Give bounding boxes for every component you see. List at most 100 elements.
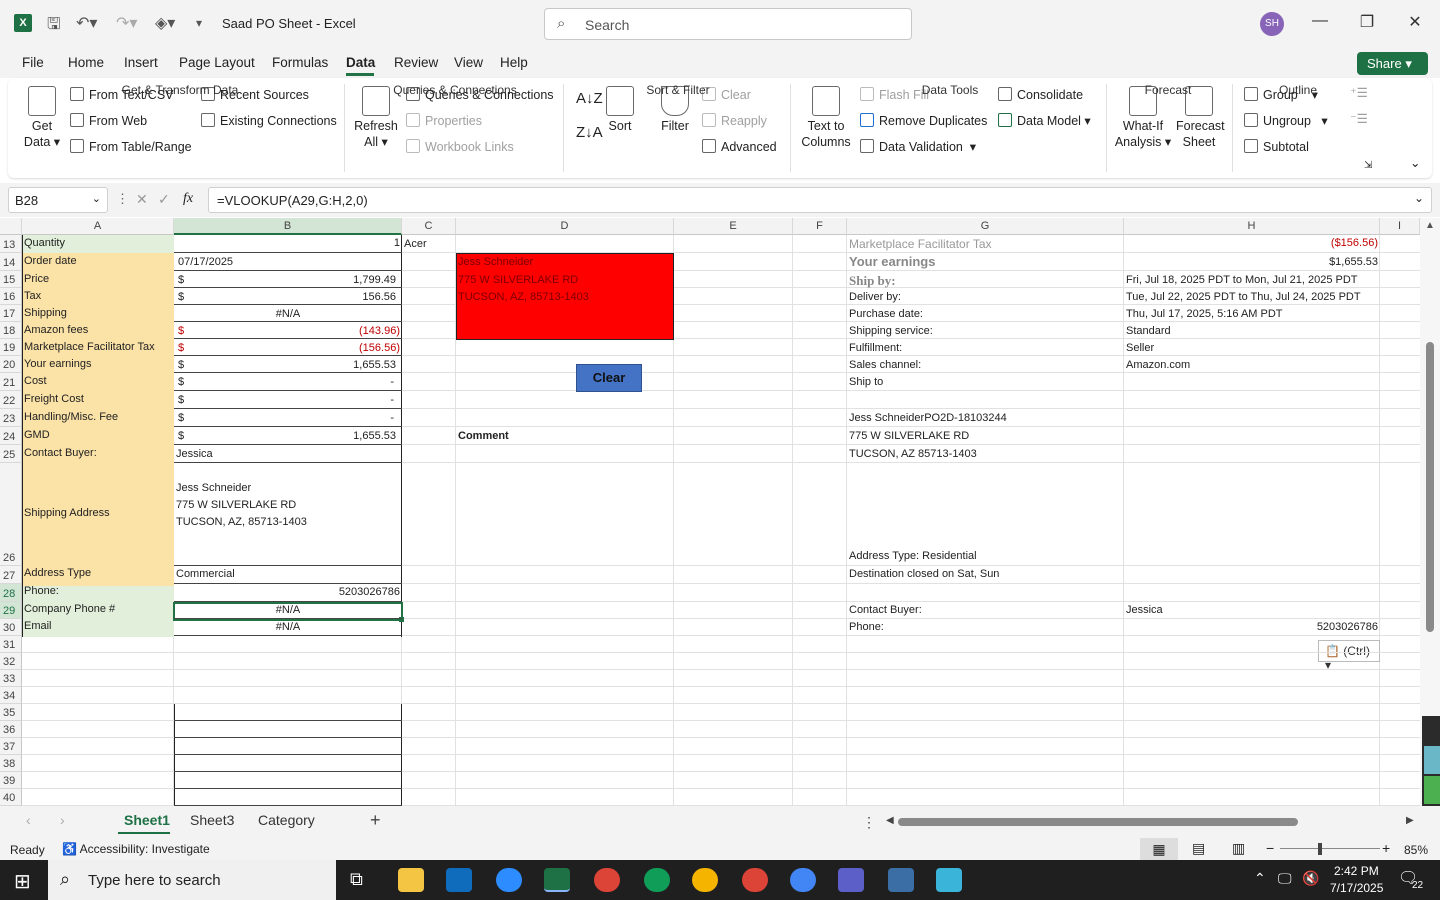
label-price[interactable]: Price <box>22 273 174 285</box>
network-icon[interactable]: 🖵 <box>1278 870 1292 887</box>
cell-b14[interactable]: 07/17/2025 <box>176 256 402 268</box>
data-model-button[interactable]: Data Model ▾ <box>998 113 1091 128</box>
scroll-thumb[interactable] <box>1426 342 1434 632</box>
column-header-c[interactable]: C <box>402 218 456 235</box>
cell-d24[interactable]: Comment <box>456 430 674 442</box>
cell-g19[interactable]: Fulfillment: <box>847 342 1124 354</box>
row-header[interactable]: 14 <box>0 253 22 271</box>
label-handling-fee[interactable]: Handling/Misc. Fee <box>22 411 174 423</box>
chrome-icon[interactable] <box>644 868 670 892</box>
label-cost[interactable]: Cost <box>22 375 174 387</box>
redo-icon[interactable]: ↷▾ <box>116 13 137 33</box>
row-header[interactable]: 31 <box>0 636 22 653</box>
cell-b18[interactable]: (143.96) <box>174 325 402 337</box>
formula-input[interactable]: =VLOOKUP(A29,G:H,2,0) <box>208 187 1432 213</box>
clear-button[interactable]: Clear <box>576 364 642 392</box>
show-detail-icon[interactable]: ⁺☰ <box>1350 85 1368 100</box>
label-tax[interactable]: Tax <box>22 290 174 302</box>
cell-g17[interactable]: Purchase date: <box>847 308 1124 320</box>
cell-b16[interactable]: 156.56 <box>174 291 398 303</box>
close-icon[interactable]: ✕ <box>1400 12 1430 32</box>
scroll-right-icon[interactable]: ▶ <box>1406 815 1414 826</box>
tab-data[interactable]: Data <box>346 55 375 70</box>
address-line-2[interactable]: 775 W SILVERLAKE RD <box>174 499 402 511</box>
workbook-links-button[interactable]: Workbook Links <box>406 139 514 154</box>
cell-g14[interactable]: Your earnings <box>847 254 1124 269</box>
cell-g26[interactable]: Address Type: Residential <box>847 550 1124 562</box>
row-header[interactable]: 34 <box>0 687 22 704</box>
cell-b28[interactable]: 5203026786 <box>174 586 402 598</box>
label-email[interactable]: Email <box>22 620 174 632</box>
row-header[interactable]: 17 <box>0 305 22 322</box>
row-header[interactable]: 29 <box>0 602 22 619</box>
prev-sheet-icon[interactable]: ‹ <box>26 812 31 828</box>
save-icon[interactable]: 🖫 <box>47 13 61 40</box>
consolidate-button[interactable]: Consolidate <box>998 87 1083 102</box>
properties-button[interactable]: Properties <box>406 113 482 128</box>
cell-b15[interactable]: 1,799.49 <box>174 274 398 286</box>
cell-b23[interactable]: - <box>174 412 396 424</box>
taskbar-time[interactable]: 2:42 PM <box>1334 864 1379 878</box>
row-header[interactable]: 38 <box>0 755 22 772</box>
task-view-icon[interactable]: ⧉ <box>350 869 363 890</box>
cell-b25[interactable]: Jessica <box>174 448 402 460</box>
row-header[interactable]: 36 <box>0 721 22 738</box>
more-icon[interactable]: ⋮ <box>116 191 129 207</box>
column-header-g[interactable]: G <box>847 218 1124 235</box>
cell-h20[interactable]: Amazon.com <box>1124 359 1380 371</box>
normal-view-icon[interactable]: ▦ <box>1140 838 1178 860</box>
label-address-type[interactable]: Address Type <box>22 567 174 579</box>
column-header-d[interactable]: D <box>456 218 674 235</box>
cell-g27[interactable]: Destination closed on Sat, Sun <box>847 568 1124 580</box>
avatar[interactable]: SH <box>1260 12 1284 36</box>
cell-g20[interactable]: Sales channel: <box>847 359 1124 371</box>
zoom-app-icon[interactable] <box>496 868 522 892</box>
chrome-icon[interactable] <box>790 868 816 892</box>
from-table-button[interactable]: From Table/Range <box>70 139 192 154</box>
tab-sheet1[interactable]: Sheet1 <box>124 812 170 828</box>
label-marketplace-tax[interactable]: Marketplace Facilitator Tax <box>22 341 174 353</box>
row-header[interactable]: 39 <box>0 772 22 789</box>
label-shipping-address[interactable]: Shipping Address <box>22 507 174 519</box>
add-sheet-icon[interactable]: + <box>370 810 381 831</box>
excel-taskbar-icon[interactable] <box>544 868 570 892</box>
accessibility-status[interactable]: ♿ Accessibility: Investigate <box>62 842 210 856</box>
cell-d14[interactable]: Jess Schneider <box>456 256 674 268</box>
get-data-button[interactable]: Get Data ▾ <box>20 86 64 150</box>
cancel-icon[interactable]: ✕ <box>136 191 148 208</box>
select-all-corner[interactable] <box>0 218 22 235</box>
tab-home[interactable]: Home <box>68 55 104 70</box>
cell-g18[interactable]: Shipping service: <box>847 325 1124 337</box>
cell-h19[interactable]: Seller <box>1124 342 1380 354</box>
cell-d16[interactable]: TUCSON, AZ, 85713-1403 <box>456 291 674 303</box>
calculator-icon[interactable] <box>888 868 914 892</box>
chrome-icon[interactable] <box>594 868 620 892</box>
row-header[interactable]: 25 <box>0 445 22 463</box>
undo-icon[interactable]: ↶▾ <box>76 13 97 33</box>
cell-b21[interactable]: - <box>174 376 396 388</box>
label-amazon-fees[interactable]: Amazon fees <box>22 324 174 336</box>
cell-h13[interactable]: ($156.56) <box>1124 237 1380 249</box>
cell-b17[interactable]: #N/A <box>174 308 402 320</box>
customize-qat-icon[interactable]: ▾ <box>196 16 202 30</box>
label-order-date[interactable]: Order date <box>22 255 174 267</box>
row-header[interactable]: 23 <box>0 409 22 427</box>
cell-h30[interactable]: 5203026786 <box>1124 621 1380 633</box>
scroll-left-icon[interactable]: ◀ <box>886 815 894 826</box>
cell-h16[interactable]: Tue, Jul 22, 2025 PDT to Thu, Jul 24, 20… <box>1124 291 1380 303</box>
row-header[interactable]: 28 <box>0 584 22 602</box>
column-header-i[interactable]: I <box>1380 218 1420 235</box>
tab-sheet3[interactable]: Sheet3 <box>190 812 234 828</box>
column-header-a[interactable]: A <box>22 218 174 235</box>
cell-h18[interactable]: Standard <box>1124 325 1380 337</box>
chrome-icon[interactable] <box>692 868 718 892</box>
row-header[interactable]: 32 <box>0 653 22 670</box>
row-header[interactable]: 13 <box>0 235 22 253</box>
cell-h29[interactable]: Jessica <box>1124 604 1380 616</box>
zoom-slider[interactable] <box>1280 848 1380 849</box>
reapply-button[interactable]: Reapply <box>702 113 767 128</box>
data-validation-button[interactable]: Data Validation ▾ <box>860 139 976 154</box>
text-to-columns-button[interactable]: Text to Columns <box>800 86 852 150</box>
taskbar-search[interactable]: ⌕ Type here to search <box>48 860 336 900</box>
label-contact-buyer[interactable]: Contact Buyer: <box>22 447 174 459</box>
